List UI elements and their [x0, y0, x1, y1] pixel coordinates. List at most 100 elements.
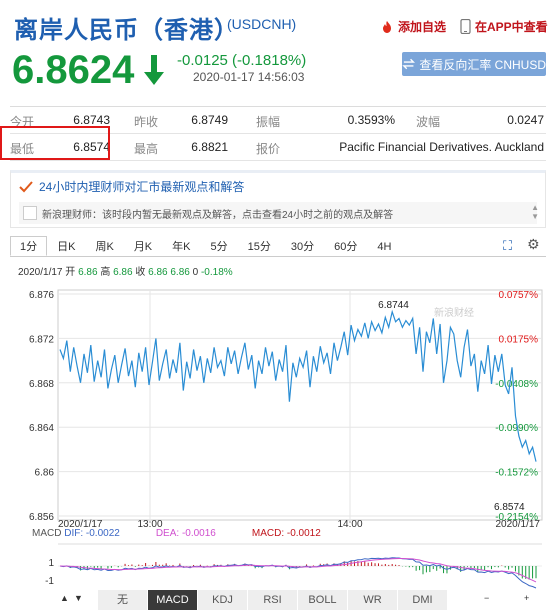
zoom-out-icon[interactable]: − [484, 593, 489, 603]
macd-title: MACD [32, 528, 62, 539]
symbol-code: (USDCNH) [227, 16, 297, 32]
ohlc-info: 2020/1/17 开 6.86 高 6.86 收 6.86 6.86 0 -0… [18, 263, 233, 278]
stat-value: Pacific Financial Derivatives. Auckland [339, 140, 544, 154]
stat-value: 6.8821 [191, 140, 228, 154]
low-annotation: 6.8574 [494, 502, 525, 513]
stat-label: 昨收 [134, 115, 159, 129]
high-annotation: 6.8744 [378, 300, 409, 311]
scroll-up-icon[interactable]: ▲ [60, 593, 69, 603]
check-trend-icon [19, 180, 33, 192]
x-tick-label: 2020/1/17 [496, 519, 541, 530]
chart-frame [57, 289, 543, 521]
swap-icon [402, 58, 416, 70]
tab-macd[interactable]: MACD [148, 590, 198, 610]
pct-tick-label: 0.0757% [499, 290, 539, 301]
tab-day[interactable]: 日K [47, 236, 85, 256]
tab-boll[interactable]: BOLL [298, 590, 348, 610]
stat-label: 振幅 [256, 115, 281, 129]
price-chart[interactable]: 6.876 6.872 6.868 6.864 6.86 6.856 0.0757% 0.01… [0, 282, 550, 592]
y-tick-label: 6.872 [29, 334, 54, 345]
info-volume: 0 [192, 267, 199, 278]
divider [10, 256, 546, 257]
news-heading-label: 24小时内理财师对汇市最新观点和解答 [39, 180, 245, 194]
open-in-app-label: 在APP中查看 [475, 20, 548, 34]
zoom-in-icon[interactable]: + [524, 593, 529, 603]
add-watchlist-button[interactable]: 添加自选 [380, 18, 446, 35]
phone-icon [460, 19, 471, 34]
macd-value: MACD: -0.0012 [251, 528, 321, 539]
price-line [59, 309, 537, 462]
tab-60min[interactable]: 60分 [324, 236, 367, 256]
info-pct: -0.18% [200, 267, 233, 278]
settings-icon[interactable]: ⚙ [527, 236, 540, 253]
macd-dif-value: DIF: -0.0022 [64, 528, 120, 539]
tab-kdj[interactable]: KDJ [198, 590, 248, 610]
tab-1min[interactable]: 1分 [10, 236, 48, 256]
indicator-tabs: 无 MACD KDJ RSI BOLL WR DMI [98, 590, 448, 610]
highlight-box [0, 126, 110, 160]
info-close-label: 收 [135, 267, 146, 278]
down-arrow-icon[interactable]: ▼ [531, 212, 539, 221]
scroll-down-icon[interactable]: ▼ [74, 593, 83, 603]
info-open: 6.86 [78, 267, 98, 278]
tab-4h[interactable]: 4H [367, 236, 401, 256]
open-in-app-button[interactable]: 在APP中查看 [460, 18, 548, 35]
tab-year[interactable]: 年K [162, 236, 200, 256]
pct-tick-label: -0.0408% [495, 379, 538, 390]
macd-dea-value: DEA: -0.0016 [155, 528, 216, 539]
add-watchlist-label: 添加自选 [398, 20, 447, 34]
dif-line [59, 557, 537, 589]
y-tick-label: 6.868 [29, 379, 54, 390]
tab-dmi[interactable]: DMI [398, 590, 448, 610]
macd-y-tick: -1 [45, 576, 54, 587]
header: 离岸人民币（香港） (USDCNH) 添加自选 在APP中查看 [14, 10, 548, 44]
news-item[interactable]: 新浪理财师：该时段内暂无最新观点及解答，点击查看24小时之前的观点及解答 [19, 202, 537, 224]
info-high-label: 高 [100, 267, 111, 278]
stat-label: 最高 [134, 142, 159, 156]
x-tick-label: 14:00 [337, 519, 362, 530]
down-arrow-icon [144, 55, 164, 85]
y-tick-label: 6.876 [29, 290, 54, 301]
macd-dif: MACD DIF: -0.0022 [32, 528, 120, 539]
tab-rsi[interactable]: RSI [248, 590, 298, 610]
period-tabs: 1分 日K 周K 月K 年K 5分 15分 30分 60分 4H [10, 236, 546, 256]
fullscreen-icon[interactable]: ⛶ [503, 238, 512, 254]
tab-15min[interactable]: 15分 [238, 236, 281, 256]
tab-wr[interactable]: WR [348, 590, 398, 610]
up-arrow-icon[interactable]: ▲ [531, 203, 539, 212]
flame-icon [383, 20, 391, 33]
news-heading[interactable]: 24小时内理财师对汇市最新观点和解答 [19, 178, 244, 195]
tab-month[interactable]: 月K [124, 236, 162, 256]
current-price: 6.8624 [12, 48, 135, 92]
page-title: 离岸人民币（香港） [14, 17, 239, 44]
tab-5min[interactable]: 5分 [201, 236, 238, 256]
stat-value: 6.8743 [73, 113, 110, 127]
stat-label: 报价 [256, 142, 281, 156]
news-scroll[interactable]: ▲ ▼ [531, 203, 539, 221]
info-last: 6.86 [170, 267, 190, 278]
advisor-news-panel: 24小时内理财师对汇市最新观点和解答 新浪理财师：该时段内暂无最新观点及解答，点… [10, 170, 546, 228]
macd-legend: MACD DIF: -0.0022 DEA: -0.0016 MACD: -0.… [32, 528, 321, 539]
stat-value: 6.8749 [191, 113, 228, 127]
news-text: 新浪理财师：该时段内暂无最新观点及解答，点击查看24小时之前的观点及解答 [42, 209, 394, 221]
stat-label: 波幅 [416, 115, 441, 129]
avatar [23, 206, 37, 220]
quote-time: 2020-01-17 14:56:03 [193, 70, 305, 84]
tab-week[interactable]: 周K [85, 236, 123, 256]
reverse-rate-button[interactable]: 查看反向汇率 CNHUSD [402, 52, 546, 76]
stat-value: 0.0247 [507, 113, 544, 127]
stat-value: 0.3593% [347, 113, 395, 127]
info-high: 6.86 [113, 267, 133, 278]
info-date: 2020/1/17 [18, 267, 63, 278]
reverse-rate-label: 查看反向汇率 CNHUSD [419, 57, 546, 72]
price-change: -0.0125 (-0.1818%) [177, 52, 307, 69]
tab-none[interactable]: 无 [98, 590, 148, 610]
y-tick-label: 6.864 [29, 423, 54, 434]
tab-30min[interactable]: 30分 [281, 236, 324, 256]
info-open-label: 开 [65, 267, 76, 278]
info-close: 6.86 [148, 267, 168, 278]
y-tick-label: 6.86 [35, 468, 55, 479]
watermark: 新浪财经 [434, 306, 474, 319]
y-tick-label: 6.856 [29, 512, 54, 523]
macd-y-tick: 1 [48, 558, 54, 569]
